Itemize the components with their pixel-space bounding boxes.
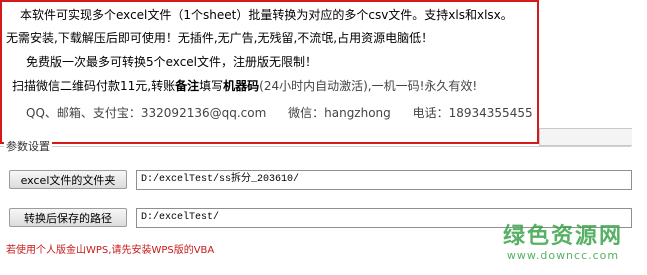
payment-text: 扫描微信二维码付款11元,转账备注填写机器码(24小时内自动激活),一机一码!永… (12, 79, 477, 93)
feature-text: 本软件可实现多个excel文件（1个sheet）批量转换为对应的多个csv文件。… (20, 8, 513, 22)
payment-text-c: 填写 (199, 79, 224, 93)
free-version-text: 免费版一次最多可转换5个excel文件，注册版无限制！ (26, 55, 318, 69)
divider (0, 146, 631, 147)
select-output-path-button[interactable]: 转换后保存的路径 (9, 208, 127, 227)
contact-qq: QQ、邮箱、支付宝：332092136@qq.com (26, 106, 267, 120)
contact-phone: 电话：18934355455 (412, 106, 533, 120)
wps-note: 若使用个人版金山WPS,请先安装WPS版的VBA (6, 245, 215, 256)
excel-folder-field[interactable]: D:/excelTest/ss拆分_203610/ (136, 170, 632, 190)
payment-text-b: 备注 (175, 79, 200, 93)
site-watermark: 绿色资源网 www.downcc.com (483, 224, 643, 262)
payment-text-a: 扫描微信二维码付款11元,转账 (12, 79, 176, 93)
watermark-title: 绿色资源网 (502, 224, 623, 249)
info-panel: 本软件可实现多个excel文件（1个sheet）批量转换为对应的多个csv文件。… (0, 0, 539, 144)
watermark-url: www.downcc.com (506, 249, 620, 262)
payment-text-e: (24小时内自动激活),一机一码!永久有效! (259, 79, 478, 93)
payment-text-d: 机器码 (223, 79, 260, 93)
contact-info: QQ、邮箱、支付宝：332092136@qq.com 微信：hangzhong … (26, 106, 533, 120)
select-excel-folder-button[interactable]: excel文件的文件夹 (9, 170, 127, 189)
contact-wechat: 微信：hangzhong (288, 106, 391, 120)
right-panel (539, 128, 632, 146)
install-text: 无需安装,下载解压后即可使用！无插件,无广告,无残留,不流氓,占用资源电脑低！ (6, 31, 434, 45)
section-label: 参数设置 (4, 138, 52, 154)
